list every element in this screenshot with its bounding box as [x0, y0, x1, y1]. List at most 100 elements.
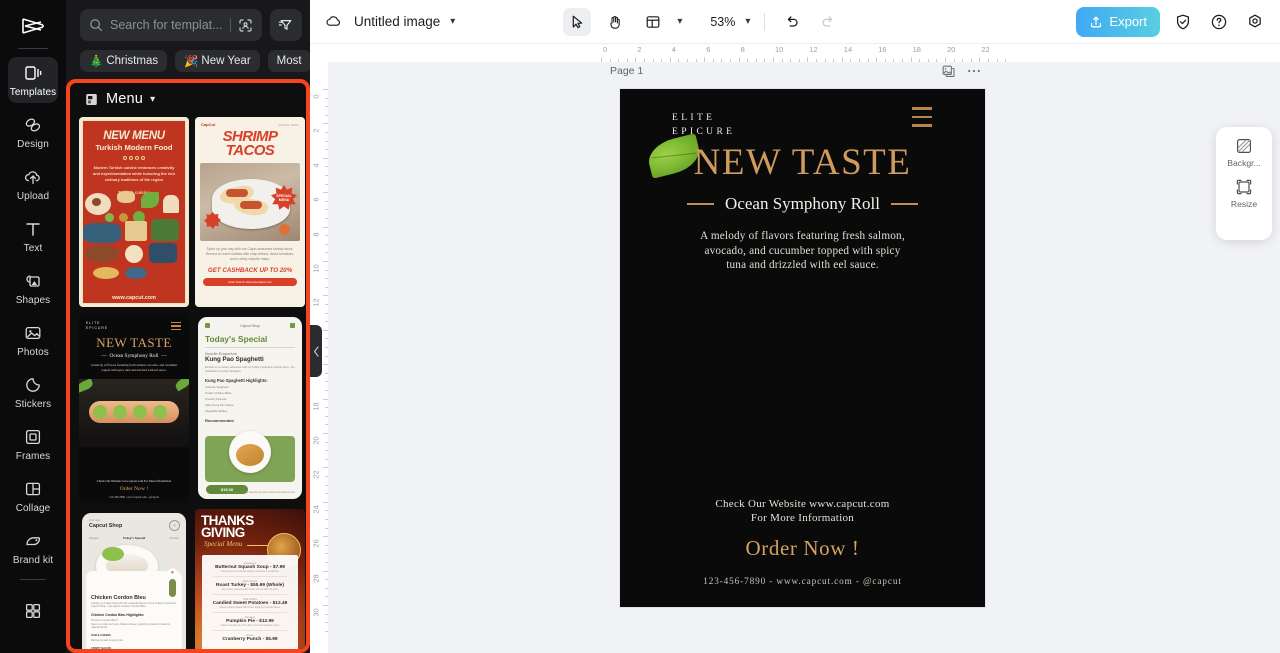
highlight-item: Vegetable Medley [205, 409, 228, 414]
search-input[interactable]: Search for templat... [80, 9, 262, 41]
chip-christmas[interactable]: 🎄 Christmas [80, 50, 168, 72]
page-bar: Page 1 [610, 62, 982, 80]
search-placeholder: Search for templat... [110, 18, 223, 32]
photos-icon [22, 322, 44, 344]
sidebar-item-frames[interactable]: Frames [8, 421, 58, 467]
chevron-down-icon[interactable]: ▾ [150, 94, 155, 105]
ruler-label: 0 [603, 45, 608, 54]
sidebar-item-label: Templates [9, 87, 57, 98]
select-tool-button[interactable] [563, 7, 592, 36]
sidebar-item-more-apps[interactable] [8, 588, 58, 634]
collapse-panel-handle[interactable] [310, 325, 322, 377]
template-card[interactable]: NEW MENU Turkish Modern Food Modern Turk… [79, 117, 189, 307]
chevron-down-icon[interactable]: ▾ [677, 16, 682, 27]
menu-category-icon [84, 92, 99, 107]
category-header-menu[interactable]: Menu ▾ [70, 83, 306, 115]
document-title[interactable]: Untitled image [354, 14, 440, 29]
export-button[interactable]: Export [1076, 6, 1160, 37]
horizontal-ruler[interactable]: 0 2 4 6 8 10 12 14 16 18 20 22 [310, 44, 1280, 62]
sidebar-item-label: Shapes [15, 295, 51, 306]
template-card[interactable]: Capcut Shop Today's Special Noodle Empor… [195, 313, 305, 503]
sidebar-item-stickers[interactable]: Stickers [8, 369, 58, 415]
template-desc: A melody of flavors featuring fresh salm… [90, 363, 178, 372]
template-card[interactable]: THANKS GIVING Special Menu Appetizers Bu… [195, 509, 305, 649]
template-brand: ELITE EPICURE [86, 321, 109, 330]
settings-button[interactable] [1242, 9, 1268, 35]
chevron-down-icon[interactable]: ▾ [450, 16, 455, 27]
duplicate-page-icon[interactable] [940, 63, 956, 79]
ruler-label: 2 [637, 45, 642, 54]
sidebar-item-shapes[interactable]: Shapes [8, 265, 58, 311]
layout-tool-button[interactable] [639, 8, 667, 36]
template-subtitle: Turkish Modern Food [95, 143, 173, 152]
ruler-label: 18 [311, 401, 321, 411]
highlight-item: Tender Chicken Bites [205, 391, 232, 396]
resize-button[interactable]: Resize [1231, 178, 1257, 209]
template-brand: CapCut [201, 122, 216, 127]
template-shop: Capcut Shop [240, 323, 260, 328]
chip-label: Most [276, 55, 302, 67]
undo-button[interactable] [779, 9, 805, 35]
ruler-label: 28 [311, 573, 321, 583]
sidebar-item-upload[interactable]: Upload [8, 161, 58, 207]
zoom-level: 53% [710, 14, 736, 29]
template-card[interactable]: CapCut SPECIAL MENU SHRIMP TACOS SPECIAL… [195, 117, 305, 307]
sidebar-item-templates[interactable]: Templates [8, 57, 58, 103]
sidebar-item-label: Collage [15, 503, 51, 514]
capcut-logo-icon[interactable] [13, 10, 53, 42]
sidebar-item-text[interactable]: Text [8, 213, 58, 259]
export-icon [1089, 15, 1103, 29]
more-options-icon[interactable] [966, 63, 982, 79]
background-button[interactable]: Backgr... [1227, 137, 1261, 168]
ruler-label: 6 [706, 45, 711, 54]
visual-search-icon[interactable] [238, 18, 253, 33]
template-script-label: Special Menu [204, 540, 243, 548]
template-card[interactable]: ELITE EPICURE NEW TASTE — Ocean Symphony… [79, 313, 189, 503]
party-popper-icon: 🎉 [184, 56, 199, 68]
sidebar-item-label: Upload [16, 191, 50, 202]
template-photo [79, 379, 189, 447]
shield-button[interactable] [1170, 9, 1196, 35]
highlight-item: Crunchy Peanuts [205, 397, 227, 402]
sidebar-item-photos[interactable]: Photos [8, 317, 58, 363]
filter-button[interactable] [269, 9, 302, 41]
hamburger-menu-icon [912, 107, 932, 133]
chip-label: Christmas [106, 55, 159, 67]
help-button[interactable] [1206, 9, 1232, 35]
hand-tool-button[interactable] [601, 8, 629, 36]
design-headline: NEW TASTE [693, 142, 912, 183]
chip-new-year[interactable]: 🎉 New Year [175, 50, 260, 72]
design-artboard[interactable]: ELITE EPICURE NEW TASTE Ocean Symphony R… [620, 89, 985, 607]
sidebar-item-brand-kit[interactable]: Brand kit [8, 525, 58, 571]
template-card[interactable]: Your Logo Capcut Shop ○ Singles Today's … [79, 509, 189, 649]
redo-button[interactable] [815, 9, 841, 35]
template-desc: Embark on a culinary adventure with our … [205, 366, 295, 373]
template-title: Today's Special [205, 334, 268, 344]
menu-item-desc: Sweet potatoes baked with brown sugar an… [219, 607, 281, 609]
template-dish: Kung Pao Spaghetti [205, 356, 264, 363]
hand-icon [607, 14, 623, 30]
ruler-label: 26 [311, 539, 321, 548]
sidebar-item-collage[interactable]: Collage [8, 473, 58, 519]
template-grid: NEW MENU Turkish Modern Food Modern Turk… [79, 117, 305, 649]
highlight-item: Savor a tender and juicy chicken breast,… [91, 623, 171, 630]
sidebar-item-design[interactable]: Design [8, 109, 58, 155]
sidebar-item-label: Stickers [14, 399, 52, 410]
chip-most-popular[interactable]: Most [267, 50, 310, 72]
chevron-down-icon[interactable]: ▾ [745, 16, 750, 27]
tab: Combo [169, 536, 179, 540]
page-label: Page 1 [610, 65, 644, 77]
help-circle-icon [1210, 13, 1228, 31]
rail-bottom-divider [20, 579, 46, 580]
templates-panel-header: Search for templat... 🎄 Christmas 🎉 New … [66, 0, 310, 72]
canvas-side-panel: Backgr... Resize [1216, 127, 1272, 240]
export-label: Export [1109, 14, 1147, 29]
frames-icon [22, 426, 44, 448]
ruler-label: 22 [311, 470, 321, 480]
cloud-icon[interactable] [322, 11, 344, 33]
upload-cloud-icon [22, 166, 44, 188]
ruler-label: 20 [311, 436, 321, 445]
background-icon [1235, 137, 1253, 155]
brand-wordmark: ELITE EPICURE [672, 112, 735, 139]
corner-mark [205, 323, 210, 328]
